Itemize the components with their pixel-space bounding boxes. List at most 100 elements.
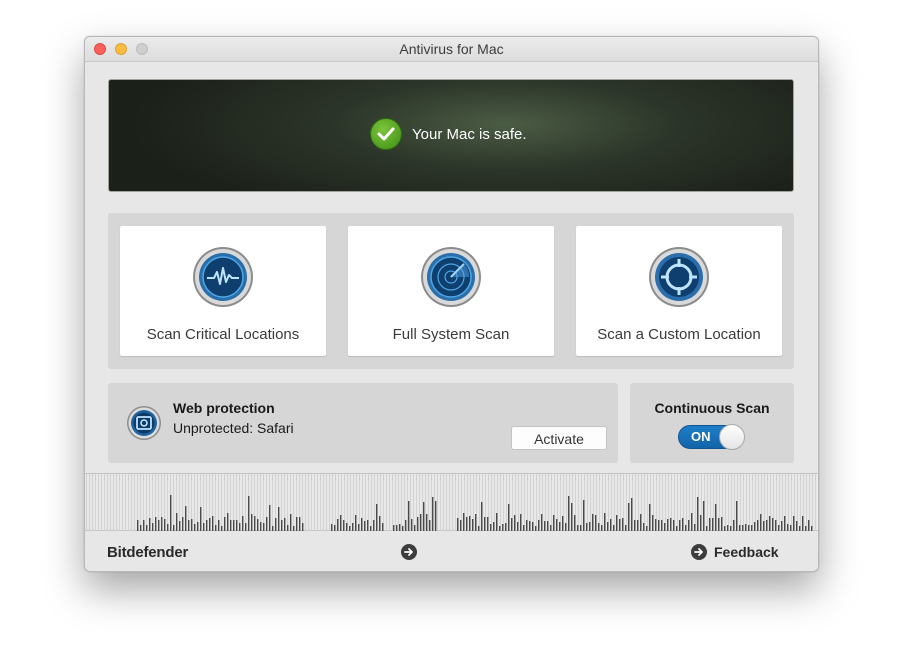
scan-custom-location-button[interactable]: Scan a Custom Location	[576, 226, 782, 356]
activity-bar	[469, 516, 471, 532]
activity-bar	[682, 518, 684, 532]
scan-custom-location-label: Scan a Custom Location	[597, 326, 761, 343]
activity-bar	[703, 501, 705, 532]
activity-bar	[772, 518, 774, 532]
status-message: Your Mac is safe.	[412, 126, 527, 143]
next-arrow-button[interactable]	[401, 544, 417, 560]
activity-bar	[284, 518, 286, 532]
activity-bar	[628, 503, 630, 532]
activity-bar	[299, 517, 301, 532]
activity-bar	[511, 518, 513, 532]
activity-bar	[574, 515, 576, 532]
activity-bar	[592, 514, 594, 532]
activity-bar	[435, 501, 437, 532]
activity-bar	[736, 501, 738, 532]
activity-bar	[466, 517, 468, 532]
status-banner: Your Mac is safe.	[108, 79, 794, 192]
activity-bar	[712, 518, 714, 532]
activity-bar	[182, 517, 184, 532]
activity-bar	[697, 497, 699, 532]
continuous-scan-toggle[interactable]: ON	[678, 424, 745, 450]
activity-bar	[652, 515, 654, 532]
activity-bar	[760, 514, 762, 532]
activity-bar	[514, 515, 516, 532]
activity-bars	[86, 474, 816, 532]
activity-bar	[622, 518, 624, 532]
radar-scan-icon	[420, 246, 482, 308]
title-bar[interactable]: Antivirus for Mac	[85, 37, 818, 62]
scan-critical-label: Scan Critical Locations	[146, 326, 300, 343]
arrow-right-icon	[404, 548, 413, 556]
activity-bar	[553, 515, 555, 532]
scan-critical-locations-button[interactable]: Scan Critical Locations	[120, 226, 326, 356]
activity-bar	[290, 514, 292, 532]
activity-bar	[583, 500, 585, 532]
activity-bar	[520, 514, 522, 532]
activity-bar	[496, 513, 498, 532]
activity-bar	[508, 504, 510, 532]
bitdefender-logo: Bitdefender	[107, 544, 189, 561]
activity-bar	[355, 515, 357, 532]
activity-bar	[266, 517, 268, 532]
activate-button[interactable]: Activate	[511, 426, 607, 450]
activity-bar	[278, 507, 280, 532]
scan-activity-graph	[85, 473, 818, 532]
window-title: Antivirus for Mac	[399, 41, 504, 57]
activity-bar	[457, 518, 459, 532]
activity-bar	[376, 504, 378, 532]
activity-bar	[670, 518, 672, 532]
activity-bar	[568, 496, 570, 532]
activity-bar	[604, 513, 606, 532]
web-protection-title: Web protection	[173, 400, 275, 416]
toggle-knob	[719, 424, 745, 450]
activity-bar	[212, 516, 214, 532]
activity-bar	[379, 516, 381, 532]
activity-bar	[432, 497, 434, 532]
activity-bar	[700, 515, 702, 532]
activity-bar	[269, 505, 271, 532]
activity-bar	[254, 516, 256, 532]
activity-bar	[562, 516, 564, 532]
activity-bar	[649, 504, 651, 532]
activity-bar	[224, 517, 226, 532]
activity-bar	[487, 517, 489, 532]
activity-bar	[426, 514, 428, 532]
activity-bar	[475, 514, 477, 532]
activity-bar	[340, 515, 342, 532]
activity-bar	[784, 516, 786, 532]
target-scan-icon	[648, 246, 710, 308]
activity-bar	[718, 518, 720, 532]
feedback-label: Feedback	[714, 544, 779, 560]
activity-bar	[640, 514, 642, 532]
activity-bar	[463, 513, 465, 532]
activity-bar	[417, 517, 419, 532]
activity-bar	[709, 518, 711, 532]
full-system-scan-label: Full System Scan	[392, 326, 510, 343]
web-protection-status: Unprotected: Safari	[173, 420, 294, 436]
activity-bar	[423, 502, 425, 532]
activity-bar	[200, 507, 202, 532]
activity-bar	[149, 518, 151, 532]
activity-bar	[361, 518, 363, 532]
activity-bar	[481, 502, 483, 532]
activity-bar	[595, 515, 597, 532]
full-system-scan-button[interactable]: Full System Scan	[348, 226, 554, 356]
scan-options-panel: Scan Critical Locations Full System Scan	[108, 213, 794, 369]
arrow-right-icon	[691, 544, 707, 560]
web-protection-icon	[126, 405, 162, 441]
activity-bar	[185, 506, 187, 532]
activity-bar	[420, 514, 422, 532]
activity-bar	[170, 495, 172, 532]
activity-bar	[616, 515, 618, 532]
web-protection-panel: Web protection Unprotected: Safari Activ…	[108, 383, 618, 463]
continuous-scan-title: Continuous Scan	[654, 400, 770, 416]
activity-bar	[802, 516, 804, 532]
activity-bar	[242, 516, 244, 532]
toggle-state-label: ON	[691, 429, 711, 444]
activity-bar	[691, 513, 693, 532]
activity-bar	[793, 516, 795, 532]
activity-bar	[209, 518, 211, 532]
app-window: Antivirus for Mac Your Mac is safe. Scan…	[84, 36, 819, 572]
continuous-scan-panel: Continuous Scan ON	[630, 383, 794, 463]
activity-bar	[769, 516, 771, 532]
